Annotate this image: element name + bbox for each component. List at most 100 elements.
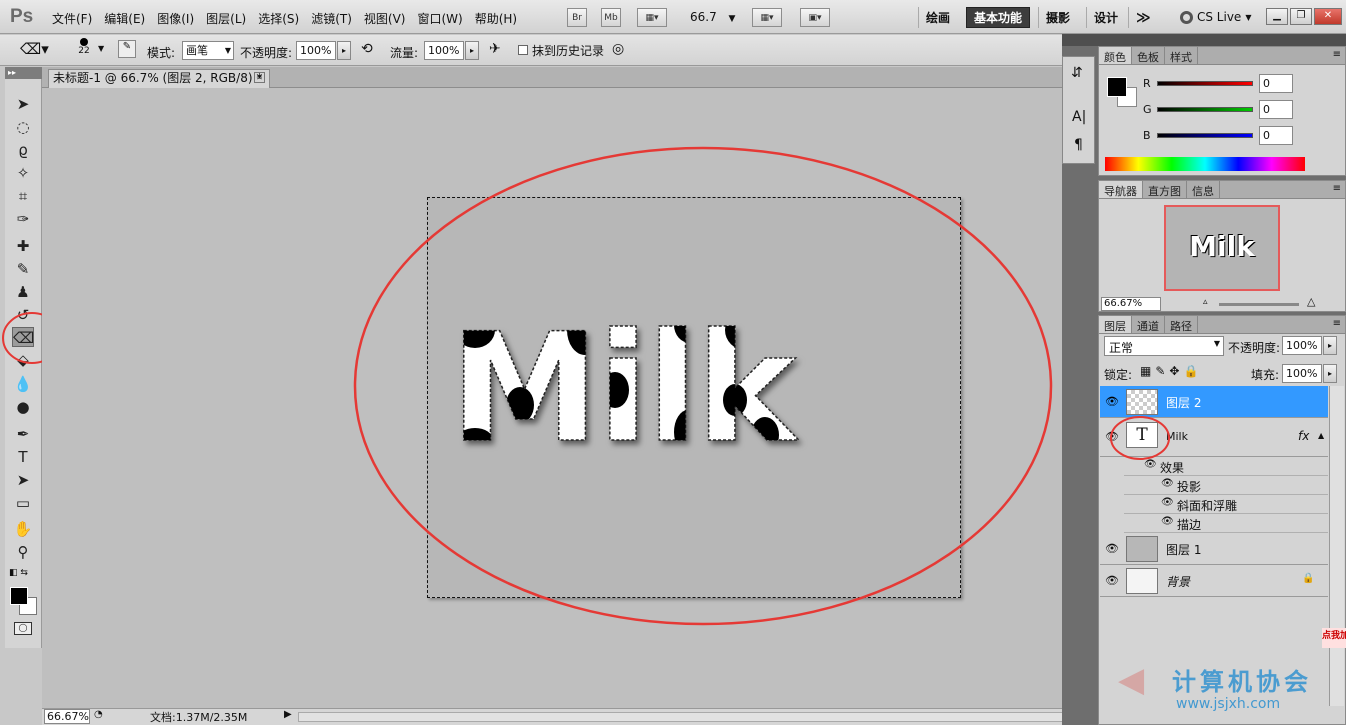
- flow-slider-arrow[interactable]: ▸: [465, 41, 479, 60]
- panel-menu-icon[interactable]: ≡: [1333, 183, 1341, 194]
- workspace-painting[interactable]: 绘画: [918, 7, 957, 28]
- navigator-zoom-slider[interactable]: [1219, 303, 1299, 306]
- g-slider[interactable]: [1157, 107, 1253, 112]
- screen-mode-button[interactable]: ▣▾: [800, 8, 830, 27]
- fill-input[interactable]: 100%: [1282, 364, 1322, 383]
- visibility-eye-icon[interactable]: 👁: [1105, 395, 1119, 408]
- pressure-size-icon[interactable]: ◎: [612, 41, 624, 57]
- menu-help[interactable]: 帮助(H): [469, 10, 523, 27]
- more-workspaces-icon[interactable]: ≫: [1128, 7, 1158, 28]
- marquee-tool-icon[interactable]: ◌: [12, 117, 34, 137]
- status-zoom[interactable]: 66.67%: [44, 709, 90, 724]
- menu-window[interactable]: 窗口(W): [411, 10, 468, 27]
- default-colors-icon[interactable]: ◧ ⇆: [9, 568, 28, 578]
- paragraph-panel-icon[interactable]: ¶: [1074, 137, 1083, 153]
- lock-options[interactable]: ▦✎✥🔒: [1140, 364, 1202, 378]
- clone-stamp-tool-icon[interactable]: ♟: [12, 282, 34, 302]
- panel-menu-icon[interactable]: ≡: [1333, 318, 1341, 329]
- bridge-button[interactable]: Br: [567, 8, 587, 27]
- flow-input[interactable]: 100%: [424, 41, 464, 60]
- layer-opacity-input[interactable]: 100%: [1282, 336, 1322, 355]
- foreground-color-swatch[interactable]: [10, 587, 28, 605]
- r-slider[interactable]: [1157, 81, 1253, 86]
- brush-preset-picker[interactable]: 22: [76, 38, 92, 56]
- fill-arrow[interactable]: ▸: [1323, 364, 1337, 383]
- brush-tool-icon[interactable]: ✎: [12, 259, 34, 279]
- chevron-down-icon[interactable]: ▼: [98, 44, 104, 53]
- workspace-essentials[interactable]: 基本功能: [966, 7, 1031, 28]
- cs-live-button[interactable]: CS Live ▼: [1180, 10, 1251, 24]
- visibility-eye-icon[interactable]: 👁: [1105, 574, 1119, 587]
- zoom-in-icon[interactable]: △: [1307, 295, 1315, 308]
- erase-to-history-checkbox[interactable]: [518, 45, 528, 55]
- extras-menu-button[interactable]: ▦▾: [637, 8, 667, 27]
- horizontal-scrollbar[interactable]: [298, 712, 1094, 722]
- rectangle-tool-icon[interactable]: ▭: [12, 493, 34, 513]
- tab-color[interactable]: 颜色: [1099, 47, 1132, 64]
- hand-tool-icon[interactable]: ✋: [12, 519, 34, 539]
- menu-image[interactable]: 图像(I): [151, 10, 200, 27]
- visibility-eye-icon[interactable]: 👁: [1161, 497, 1174, 508]
- workspace-design[interactable]: 设计: [1086, 7, 1125, 28]
- tab-paths[interactable]: 路径: [1165, 316, 1198, 333]
- toolbox-header[interactable]: ▸▸: [5, 67, 42, 79]
- close-button[interactable]: ✕: [1314, 8, 1342, 25]
- layer-row[interactable]: 👁 背景 🔒: [1100, 565, 1328, 597]
- fx-icon[interactable]: fx: [1298, 429, 1309, 443]
- navigator-zoom-field[interactable]: 66.67%: [1101, 297, 1161, 311]
- status-info-icon[interactable]: ◔: [94, 709, 103, 720]
- navigator-preview[interactable]: Milk: [1164, 205, 1280, 291]
- dock-header[interactable]: [1062, 34, 1346, 46]
- eraser-tool-preset-icon[interactable]: ⌫▾: [20, 40, 49, 58]
- color-fg-swatch[interactable]: [1107, 77, 1127, 97]
- b-value[interactable]: 0: [1259, 126, 1293, 145]
- healing-brush-tool-icon[interactable]: ✚: [12, 236, 34, 256]
- tab-styles[interactable]: 样式: [1165, 47, 1198, 64]
- quick-mask-icon[interactable]: ◯: [14, 622, 32, 635]
- crop-tool-icon[interactable]: ⌗: [12, 186, 34, 206]
- lock-position-icon[interactable]: ✥: [1169, 364, 1183, 378]
- b-slider[interactable]: [1157, 133, 1253, 138]
- tab-layers[interactable]: 图层: [1099, 316, 1132, 333]
- blur-tool-icon[interactable]: 💧: [12, 374, 34, 394]
- mode-select[interactable]: 画笔 ▼: [182, 41, 234, 60]
- mini-bridge-button[interactable]: Mb: [601, 8, 621, 27]
- collapse-effects-icon[interactable]: ▲: [1318, 431, 1324, 440]
- menu-filter[interactable]: 滤镜(T): [305, 10, 358, 27]
- tab-histogram[interactable]: 直方图: [1143, 181, 1187, 198]
- tab-info[interactable]: 信息: [1187, 181, 1220, 198]
- tab-channels[interactable]: 通道: [1132, 316, 1165, 333]
- menu-select[interactable]: 选择(S): [252, 10, 305, 27]
- lock-pixels-icon[interactable]: ✎: [1155, 364, 1169, 378]
- status-menu-arrow-icon[interactable]: ▶: [284, 709, 292, 720]
- tab-navigator[interactable]: 导航器: [1099, 181, 1143, 198]
- restore-button[interactable]: ❐: [1290, 8, 1312, 25]
- dodge-tool-icon[interactable]: ●: [12, 397, 34, 417]
- airbrush-icon[interactable]: ✈: [489, 41, 501, 57]
- color-spectrum-bar[interactable]: [1105, 157, 1305, 171]
- visibility-eye-icon[interactable]: 👁: [1161, 478, 1174, 489]
- menu-edit[interactable]: 编辑(E): [98, 10, 151, 27]
- eyedropper-tool-icon[interactable]: ✑: [12, 209, 34, 229]
- document-tab[interactable]: 未标题-1 @ 66.7% (图层 2, RGB/8) * ✕: [48, 69, 270, 88]
- history-panel-icon[interactable]: ⇵: [1071, 65, 1083, 81]
- menu-layer[interactable]: 图层(L): [200, 10, 252, 27]
- r-value[interactable]: 0: [1259, 74, 1293, 93]
- menu-file[interactable]: 文件(F): [46, 10, 98, 27]
- pen-tool-icon[interactable]: ✒: [12, 424, 34, 444]
- brush-panel-toggle-icon[interactable]: ✎: [118, 40, 136, 58]
- arrange-documents-button[interactable]: ▦▾: [752, 8, 782, 27]
- type-tool-icon[interactable]: T: [12, 447, 34, 467]
- close-icon[interactable]: ✕: [254, 72, 265, 83]
- lock-all-icon[interactable]: 🔒: [1183, 364, 1202, 378]
- effect-row[interactable]: 👁 投影: [1124, 476, 1328, 495]
- path-selection-tool-icon[interactable]: ➤: [12, 470, 34, 490]
- opacity-input[interactable]: 100%: [296, 41, 336, 60]
- blend-mode-select[interactable]: 正常 ▼: [1104, 336, 1224, 356]
- panel-menu-icon[interactable]: ≡: [1333, 49, 1341, 60]
- menu-view[interactable]: 视图(V): [358, 10, 412, 27]
- visibility-eye-icon[interactable]: 👁: [1161, 516, 1174, 527]
- zoom-out-icon[interactable]: ▵: [1203, 297, 1208, 307]
- character-panel-icon[interactable]: A|: [1072, 109, 1086, 125]
- zoom-tool-icon[interactable]: ⚲: [12, 542, 34, 562]
